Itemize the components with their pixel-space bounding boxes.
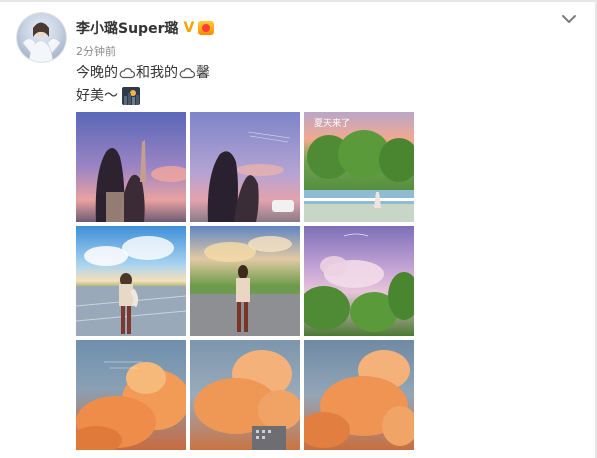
post-text-segment: 和我的 [136,65,178,81]
avatar[interactable] [17,13,66,62]
photo-girl-standing-plaza[interactable] [190,226,300,336]
photo-orange-cloud-2[interactable] [190,340,300,450]
cloud-icon [119,68,135,79]
window-top-border [0,0,597,2]
post-text-line-2-text: 好美～ [76,88,118,104]
cloud-icon [179,68,195,79]
post-text-segment: 今晚的 [76,65,118,81]
sunset-city-emoji-icon [122,87,140,105]
photo-orange-cloud-1[interactable] [76,340,186,450]
post-text-line-1: 今晚的 和我的 馨 [76,64,210,82]
avatar-image [23,22,60,62]
post-text-segment: 馨 [196,65,210,81]
vip-crown-icon[interactable] [198,21,215,35]
post-timestamp[interactable]: 2分钟前 [76,43,116,59]
post-text-line-2: 好美～ [76,87,140,105]
chevron-down-icon[interactable] [561,12,577,26]
photo-orange-cloud-3[interactable] [304,340,414,450]
verified-badge-icon[interactable]: V [183,21,194,35]
photo-sunset-friends-2[interactable] [190,112,300,222]
photo-grid: 夏天来了 [76,112,414,450]
photo-couple-hug-plaza[interactable] [76,226,186,336]
photo-park-trees[interactable]: 夏天来了 [304,112,414,222]
author-name[interactable]: 李小璐Super璐 [76,18,178,38]
author-row: 李小璐Super璐 V [76,18,215,38]
photo-overlay-text: 夏天来了 [314,118,350,129]
photo-pink-clouds-trees[interactable] [304,226,414,336]
photo-sunset-friends-1[interactable] [76,112,186,222]
